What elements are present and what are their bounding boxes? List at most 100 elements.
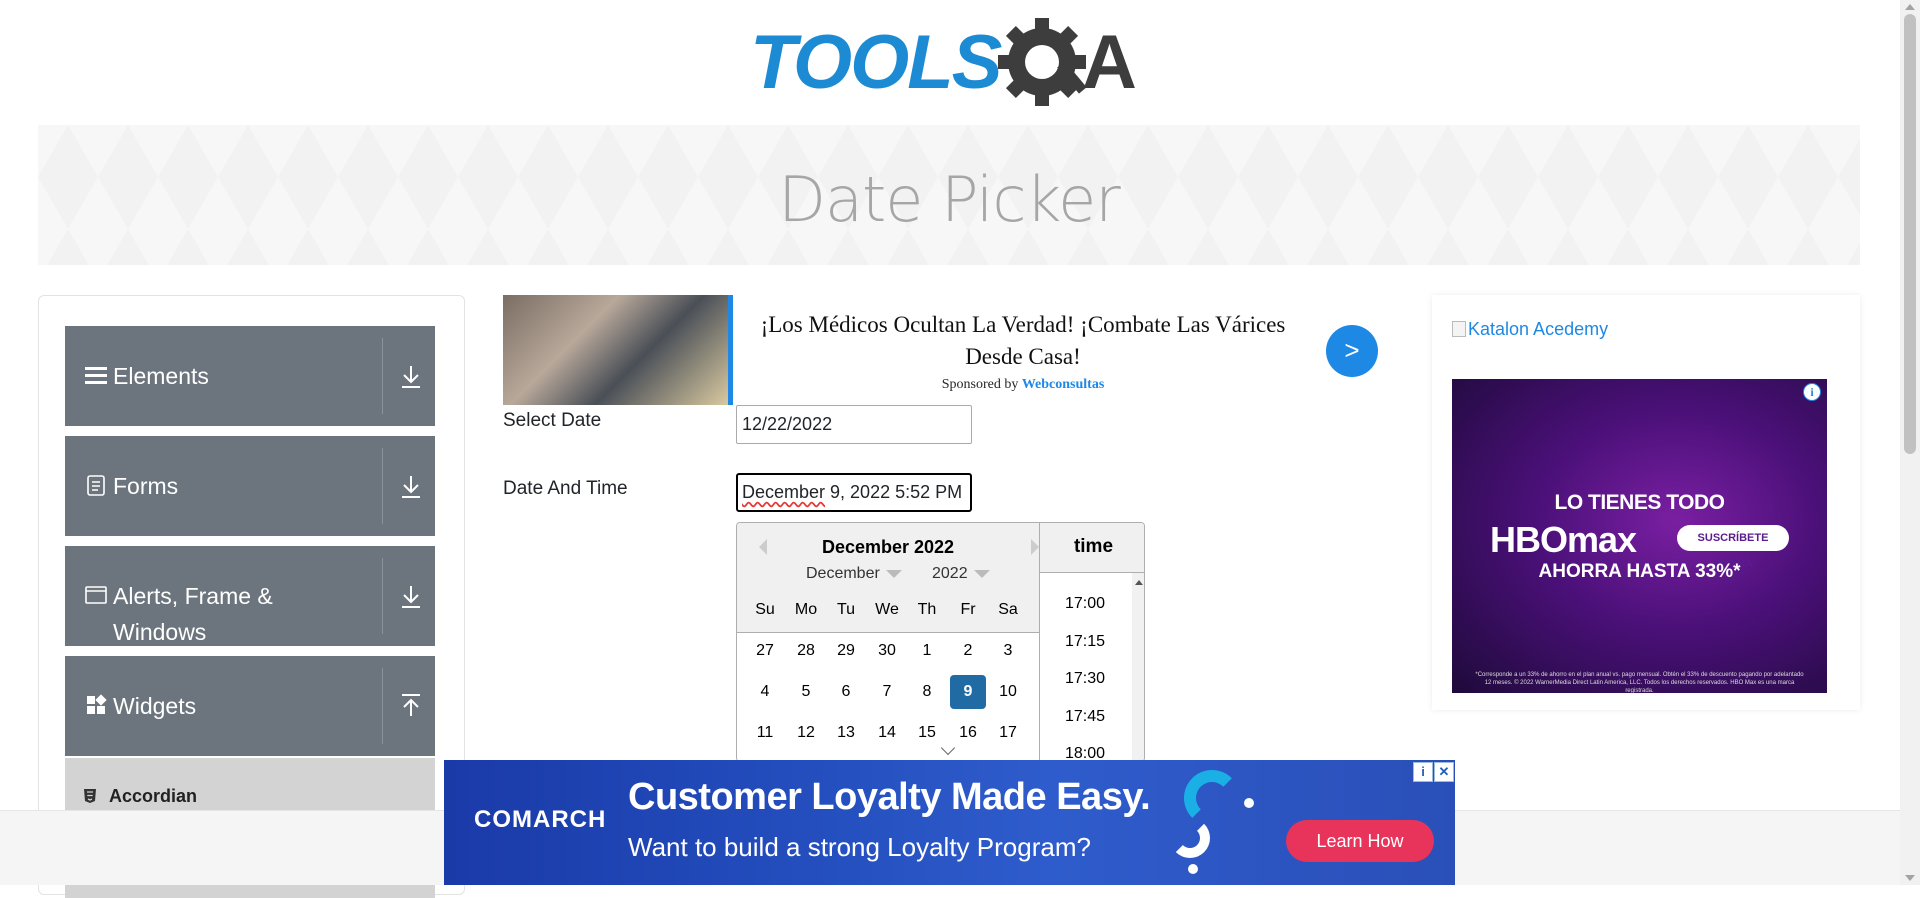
bottom-ad-subline: Want to build a strong Loyalty Program?: [628, 832, 1091, 862]
weekday-header: Fr: [960, 601, 976, 618]
sidebar-group-label: Forms: [113, 473, 179, 499]
toolsqa-logo[interactable]: TOOLS A: [750, 18, 1154, 112]
year-dropdown[interactable]: 2022: [932, 565, 990, 583]
next-month-icon[interactable]: [1031, 539, 1039, 555]
comarch-logo: COMARCH: [474, 806, 607, 833]
menu-icon: [85, 367, 107, 384]
calendar-day[interactable]: 12: [788, 716, 824, 750]
calendar-day[interactable]: 2: [950, 634, 986, 668]
calendar-day[interactable]: 30: [869, 634, 905, 668]
page-scrollbar[interactable]: [1900, 0, 1920, 885]
scroll-up-arrow-icon[interactable]: [1135, 580, 1143, 585]
ad-headline[interactable]: ¡Los Médicos Ocultan La Verdad! ¡Combate…: [753, 309, 1293, 373]
weekday-header: Su: [755, 601, 775, 618]
month-dropdown-value: December: [806, 565, 880, 582]
ad-photo[interactable]: [503, 295, 728, 405]
calendar-day[interactable]: 9: [950, 675, 986, 709]
calendar-day[interactable]: 4: [747, 675, 783, 709]
sidebar-group-forms[interactable]: Forms: [65, 436, 435, 536]
chevron-down-icon: [885, 569, 902, 578]
chevron-down-icon: [973, 569, 990, 578]
time-slot[interactable]: 17:15: [1040, 633, 1130, 651]
bottom-ad-headline: Customer Loyalty Made Easy.: [628, 776, 1151, 818]
hbomax-ad[interactable]: i LO TIENES TODO HBOmax SUSCRÍBETE AHORA…: [1452, 379, 1827, 694]
group-separator: [382, 338, 383, 414]
year-dropdown-value: 2022: [932, 565, 968, 582]
time-list-scrollbar[interactable]: [1132, 573, 1144, 761]
download-arrow-icon[interactable]: [399, 362, 423, 390]
page-title: Date Picker: [778, 163, 1121, 236]
ad-sponsored-prefix: Sponsored by: [941, 377, 1019, 392]
adchoices-info-icon[interactable]: i: [1413, 762, 1433, 782]
calendar-month-title: December 2022: [821, 537, 955, 557]
month-dropdown[interactable]: December: [806, 565, 902, 583]
calendar-day[interactable]: 14: [869, 716, 905, 750]
calendar-day[interactable]: 27: [747, 634, 783, 668]
hbo-tagline: LO TIENES TODO: [1554, 491, 1725, 514]
upload-arrow-icon[interactable]: [399, 692, 423, 720]
download-arrow-icon[interactable]: [399, 582, 423, 610]
calendar-day[interactable]: 11: [747, 716, 783, 750]
gear-icon: [998, 18, 1087, 106]
calendar-day[interactable]: 6: [828, 675, 864, 709]
sidebar-group-alerts-frame-windows[interactable]: Alerts, Frame & Windows: [65, 546, 435, 646]
ad-accent-bar: [728, 295, 733, 405]
logo-tools-text: TOOLS: [750, 20, 1002, 105]
calendar-day[interactable]: 28: [788, 634, 824, 668]
time-slot[interactable]: 17:30: [1040, 670, 1130, 688]
date-and-time-label: Date And Time: [503, 478, 628, 499]
calendar-day[interactable]: 16: [950, 716, 986, 750]
form-icon: [87, 475, 105, 496]
hbomax-logo: HBOmax: [1490, 519, 1637, 560]
sidebar-group-label: Elements: [113, 363, 209, 389]
sidebar: Elements Forms Alerts, Frame & Windows W…: [38, 295, 465, 898]
ad-go-button[interactable]: >: [1326, 325, 1378, 377]
widgets-icon: [87, 694, 107, 714]
select-date-input[interactable]: 12/22/2022: [736, 405, 972, 444]
hbo-fine-print: *Corresponde a un 33% de ahorro en el pl…: [1475, 672, 1804, 694]
calendar-day[interactable]: 1: [909, 634, 945, 668]
html-icon: [84, 789, 96, 803]
calendar-day[interactable]: 15: [909, 716, 945, 750]
group-separator: [382, 558, 383, 634]
time-slot[interactable]: 17:45: [1040, 708, 1130, 726]
hbo-subscribe-button[interactable]: SUSCRÍBETE AHORA: [1677, 525, 1789, 570]
sidebar-group-label-line1: Alerts, Frame &: [113, 583, 273, 609]
date-time-value-rest: 9, 2022 5:52 PM: [825, 482, 963, 502]
calendar-day[interactable]: 10: [990, 675, 1026, 709]
calendar-day[interactable]: 7: [869, 675, 905, 709]
weekday-header: Mo: [794, 601, 818, 618]
right-ad[interactable]: Katalon Acedemy i LO TIENES TODO HBOmax …: [1432, 295, 1860, 710]
window-icon: [85, 586, 107, 604]
scroll-down-arrow-icon[interactable]: [1905, 875, 1915, 881]
calendar-day[interactable]: 3: [990, 634, 1026, 668]
calendar-day[interactable]: 29: [828, 634, 864, 668]
ad-sponsor-link[interactable]: Webconsultas: [1022, 377, 1104, 392]
learn-how-button[interactable]: Learn How: [1286, 820, 1434, 862]
sidebar-group-elements[interactable]: Elements: [65, 326, 435, 426]
bottom-ad-banner[interactable]: COMARCH Customer Loyalty Made Easy. Want…: [444, 760, 1455, 885]
sidebar-group-widgets[interactable]: Widgets: [65, 656, 435, 756]
calendar-day[interactable]: 8: [909, 675, 945, 709]
date-time-value-word: December: [742, 482, 826, 502]
weekday-header: Sa: [998, 601, 1018, 618]
scroll-up-arrow-icon[interactable]: [1905, 4, 1915, 10]
time-list: time 17:00 17:15 17:30 17:45 18:00: [1039, 523, 1144, 761]
decorative-dot: [1244, 798, 1254, 808]
date-and-time-input[interactable]: December 9, 2022 5:52 PM: [736, 473, 972, 512]
sidebar-group-label: Widgets: [113, 693, 197, 719]
info-icon[interactable]: i: [1803, 383, 1821, 401]
calendar-day[interactable]: 13: [828, 716, 864, 750]
group-separator: [382, 668, 383, 744]
time-slot[interactable]: 17:00: [1040, 595, 1130, 613]
download-arrow-icon[interactable]: [399, 472, 423, 500]
calendar-header: December 2022 December 2022 Su Mo Tu We …: [737, 523, 1039, 633]
calendar-day[interactable]: 17: [990, 716, 1026, 750]
calendar-day[interactable]: 5: [788, 675, 824, 709]
sidebar-group-label-line2: Windows: [113, 619, 207, 645]
katalon-ad-link[interactable]: Katalon Acedemy: [1452, 319, 1608, 340]
calendar: December 2022 December 2022 Su Mo Tu We …: [737, 523, 1039, 761]
close-icon[interactable]: ✕: [1434, 762, 1454, 782]
scrollbar-thumb[interactable]: [1904, 14, 1916, 454]
sponsored-ad[interactable]: ¡Los Médicos Ocultan La Verdad! ¡Combate…: [503, 295, 1378, 405]
